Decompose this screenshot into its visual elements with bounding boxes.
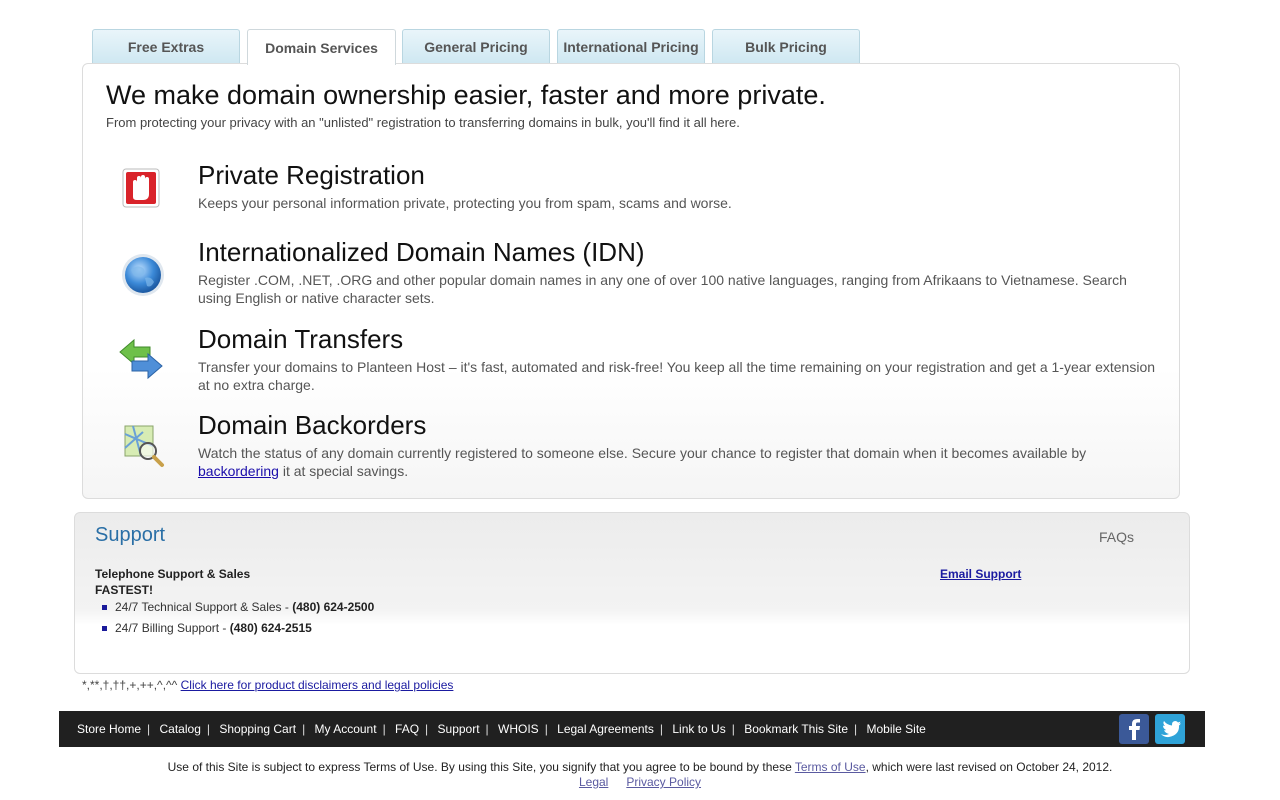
legal-link[interactable]: Legal <box>579 775 608 789</box>
footer-link-faq[interactable]: FAQ <box>395 722 419 736</box>
email-support-link[interactable]: Email Support <box>940 567 1021 581</box>
backordering-link[interactable]: backordering <box>198 463 279 479</box>
terms-text-after: , which were last revised on October 24,… <box>865 760 1113 774</box>
map-search-icon <box>123 424 164 468</box>
privacy-policy-link[interactable]: Privacy Policy <box>626 775 701 789</box>
support-title: Support <box>95 524 166 546</box>
footer-link-support[interactable]: Support <box>438 722 480 736</box>
support-line-label: 24/7 Billing Support - <box>115 621 230 635</box>
backorders-desc-after: it at special savings. <box>278 463 409 479</box>
bullet-icon <box>102 605 107 611</box>
globe-icon <box>121 252 164 296</box>
page-subline: From protecting your privacy with an "un… <box>106 115 740 130</box>
backorders-desc-before: Watch the status of any domain currently… <box>198 445 1087 461</box>
feature-title-idn: Internationalized Domain Names (IDN) <box>198 237 645 267</box>
tab-bulk-pricing[interactable]: Bulk Pricing <box>712 29 860 63</box>
footer-link-catalog[interactable]: Catalog <box>160 722 201 736</box>
tab-general-pricing[interactable]: General Pricing <box>402 29 550 63</box>
tab-domain-services[interactable]: Domain Services <box>247 29 396 65</box>
support-line-technical: 24/7 Technical Support & Sales - (480) 6… <box>102 600 374 614</box>
feature-desc-idn: Register .COM, .NET, .ORG and other popu… <box>198 272 1127 306</box>
disclaimer-link[interactable]: Click here for product disclaimers and l… <box>181 678 454 692</box>
fastest-label: FASTEST! <box>95 583 154 597</box>
feature-desc-domain-transfers: Transfer your domains to Planteen Host –… <box>198 359 1156 393</box>
feature-desc-private-registration: Keeps your personal information private,… <box>198 195 732 211</box>
telephone-support-heading: Telephone Support & Sales <box>95 567 251 581</box>
footer-link-mobile-site[interactable]: Mobile Site <box>866 722 925 736</box>
footer-links: Store Home | Catalog | Shopping Cart | My A… <box>77 722 926 736</box>
support-line-label: 24/7 Technical Support & Sales - <box>115 600 293 614</box>
footer-link-bookmark[interactable]: Bookmark This Site <box>744 722 848 736</box>
terms-text-before: Use of this Site is subject to express T… <box>167 760 795 774</box>
support-line-billing: 24/7 Billing Support - (480) 624-2515 <box>102 621 312 635</box>
stop-hand-icon <box>121 166 161 210</box>
faqs-link[interactable]: FAQs <box>1099 529 1134 545</box>
footer-link-shopping-cart[interactable]: Shopping Cart <box>219 722 296 736</box>
footer-link-whois[interactable]: WHOIS <box>498 722 539 736</box>
legal-links: Legal Privacy Policy <box>0 775 1280 789</box>
terms-of-use-link[interactable]: Terms of Use <box>795 760 866 774</box>
feature-title-private-registration: Private Registration <box>198 160 425 190</box>
facebook-icon[interactable] <box>1119 714 1149 744</box>
disclaimer-line: *,**,†,††,+,++,^,^^ Click here for produ… <box>82 678 453 692</box>
support-box <box>74 512 1190 674</box>
bullet-icon <box>102 626 107 632</box>
page-headline: We make domain ownership easier, faster … <box>106 80 826 110</box>
twitter-icon[interactable] <box>1155 714 1185 744</box>
support-line-phone: (480) 624-2500 <box>292 600 375 614</box>
footer-link-store-home[interactable]: Store Home <box>77 722 141 736</box>
tab-international-pricing[interactable]: International Pricing <box>557 29 705 63</box>
support-line-phone: (480) 624-2515 <box>229 621 312 635</box>
tab-free-extras[interactable]: Free Extras <box>92 29 240 63</box>
footer-link-legal-agreements[interactable]: Legal Agreements <box>557 722 654 736</box>
feature-title-domain-transfers: Domain Transfers <box>198 324 404 354</box>
feature-desc-domain-backorders: Watch the status of any domain currently… <box>198 444 1158 480</box>
terms-line: Use of this Site is subject to express T… <box>0 760 1280 774</box>
transfer-arrows-icon <box>118 336 163 380</box>
footer-link-my-account[interactable]: My Account <box>315 722 377 736</box>
feature-title-domain-backorders: Domain Backorders <box>198 410 427 440</box>
disclaimer-symbols: *,**,†,††,+,++,^,^^ <box>82 678 181 692</box>
footer-link-link-to-us[interactable]: Link to Us <box>672 722 725 736</box>
